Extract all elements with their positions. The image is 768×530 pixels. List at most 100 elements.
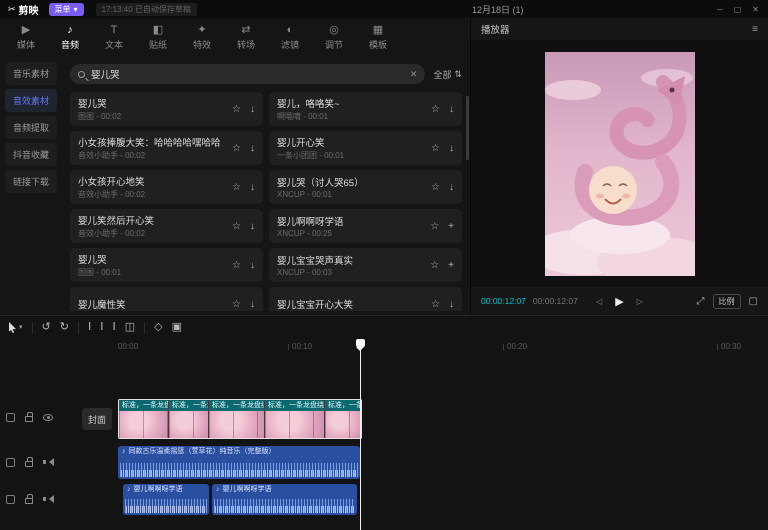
sound-item[interactable]: 婴儿哭（讨人哭65）XNCUP - 00:01 ☆↓ [269,170,462,204]
download-icon[interactable]: ↓ [250,182,255,193]
sound-item[interactable]: 婴儿哭图图 - 00:02 ☆↓ [70,92,263,126]
split-tool-button[interactable]: Ⅰ [88,322,91,333]
track-lock-icon[interactable] [25,498,33,504]
menu-button[interactable]: 菜单 ▾ [49,3,84,16]
favorite-icon[interactable]: ☆ [232,182,241,193]
track-toggle-icon[interactable] [6,495,15,504]
minimize-button[interactable]: ─ [717,5,723,14]
tab-transition[interactable]: ⇄ 转场 [224,25,268,51]
sound-item[interactable]: 婴儿，咯咯笑~啊哦唷 - 00:01 ☆↓ [269,92,462,126]
sound-item[interactable]: 婴儿啊啊呀学语XNCUP - 00:25 ☆+ [269,209,462,243]
video-clip[interactable]: 标准，一条龙盘绕宝宝，龙在温柔地看着宝宝 [325,400,361,438]
download-icon[interactable]: ↓ [250,299,255,310]
adjust-icon: ◎ [329,25,339,36]
timeline-ruler[interactable]: 00:00 00:10 00:20 00:30 [0,339,768,354]
next-frame-icon[interactable]: ▷ [637,297,643,306]
favorite-icon[interactable]: ☆ [232,104,241,115]
crop-tool-button[interactable]: ▣ [172,322,182,333]
ratio-button[interactable]: 比例 [713,294,741,309]
sound-item[interactable]: 婴儿宝宝开心大笑 ☆↓ [269,287,462,311]
list-scrollbar[interactable] [466,96,469,160]
search-clear-icon[interactable]: ✕ [410,69,418,80]
playhead-handle[interactable] [356,339,365,347]
redo-button[interactable]: ↻ [60,322,69,333]
video-clip[interactable]: 标准，一条龙盘绕宝宝，龙在温柔地看着宝宝 [169,400,209,438]
sidebar-item-music[interactable]: 音乐素材 [5,62,57,85]
tab-adjust[interactable]: ◎ 调节 [312,25,356,51]
sidebar-item-link-download[interactable]: 链接下载 [5,170,57,193]
sound-effect-clip[interactable]: ♪ 婴儿啊啊呀学语 [212,484,357,515]
favorite-icon[interactable]: ☆ [431,143,440,154]
undo-button[interactable]: ↺ [42,322,51,333]
video-clip[interactable]: 标准，一条龙盘绕宝宝，龙在温柔地看着宝宝 [119,400,169,438]
tab-effects[interactable]: ✦ 特效 [180,25,224,51]
search-box[interactable]: ✕ [70,64,425,84]
video-clip[interactable]: 标准，一条龙盘绕宝宝，龙在温柔地看着宝宝 [209,400,265,438]
favorite-icon[interactable]: ☆ [232,143,241,154]
favorite-icon[interactable]: ☆ [232,260,241,271]
favorite-icon[interactable]: ☆ [430,260,439,271]
cover-button[interactable]: 封面 [82,408,112,430]
track-mute-icon[interactable] [43,495,53,503]
download-icon[interactable]: ↓ [449,182,454,193]
sound-clip-label: 婴儿啊啊呀学语 [134,485,183,494]
download-icon[interactable]: ↓ [250,221,255,232]
download-icon[interactable]: ↓ [449,104,454,115]
sidebar-item-sound-effects[interactable]: 音效素材 [5,89,57,112]
tab-template[interactable]: ▦ 模板 [356,25,400,51]
music-clip[interactable]: ♪ 同款古乐温柔摇篮（萱草花）纯音乐（完整版） [118,446,360,479]
sound-effect-clip[interactable]: ♪ 婴儿啊啊呀学语 [123,484,209,515]
track-toggle-icon[interactable] [6,413,15,422]
maximize-button[interactable]: ▢ [734,5,742,14]
sound-item[interactable]: 小女孩开心地笑音效小助手 - 00:02 ☆↓ [70,170,263,204]
sidebar-item-audio-extract[interactable]: 音频提取 [5,116,57,139]
trim-left-tool-button[interactable]: Ⅰ [100,322,103,333]
add-icon[interactable]: + [448,260,454,271]
favorite-icon[interactable]: ☆ [232,221,241,232]
video-preview[interactable] [545,52,695,276]
download-icon[interactable]: ↓ [250,104,255,115]
favorite-icon[interactable]: ☆ [430,221,439,232]
sound-item[interactable]: 婴儿笑然后开心笑音效小助手 - 00:02 ☆↓ [70,209,263,243]
download-icon[interactable]: ↓ [449,299,454,310]
add-icon[interactable]: + [448,221,454,232]
favorite-icon[interactable]: ☆ [431,299,440,310]
player-menu-icon[interactable]: ≡ [752,24,758,35]
tab-media[interactable]: ▶ 媒体 [4,25,48,51]
playhead[interactable] [360,339,361,530]
sound-item[interactable]: 婴儿哭图图 - 00:01 ☆↓ [70,248,263,282]
prev-frame-icon[interactable]: ◁ [596,297,602,306]
trim-right-tool-button[interactable]: Ⅰ [112,322,115,333]
sound-item[interactable]: 婴儿开心笑一条小团团 - 00:01 ☆↓ [269,131,462,165]
download-icon[interactable]: ↓ [250,143,255,154]
mirror-tool-button[interactable]: ◫ [125,322,135,333]
media-icon: ▶ [22,25,30,36]
fullscreen-icon[interactable]: ▢ [749,296,758,307]
mask-tool-button[interactable]: ◇ [154,322,162,333]
favorite-icon[interactable]: ☆ [431,182,440,193]
sidebar-item-douyin-favorites[interactable]: 抖音收藏 [5,143,57,166]
track-toggle-icon[interactable] [6,458,15,467]
close-button[interactable]: ✕ [752,5,759,14]
download-icon[interactable]: ↓ [250,260,255,271]
sound-item[interactable]: 小女孩捧腹大笑：哈哈哈哈嘿哈哈音效小助手 - 00:02 ☆↓ [70,131,263,165]
fit-screen-icon[interactable]: ⤢ [697,296,705,307]
download-icon[interactable]: ↓ [449,143,454,154]
play-button[interactable]: ▶ [615,295,623,308]
filter-button[interactable]: 全部 ⇅ [433,68,462,81]
favorite-icon[interactable]: ☆ [232,299,241,310]
search-input[interactable] [91,69,404,80]
sound-item[interactable]: 婴儿魔性笑 ☆↓ [70,287,263,311]
select-tool-button[interactable]: ▾ [8,322,23,333]
tab-text[interactable]: T 文本 [92,25,136,51]
track-lock-icon[interactable] [25,461,33,467]
video-clip[interactable]: 标准，一条龙盘绕宝宝，龙在温柔地看着宝宝 [265,400,325,438]
tab-filter[interactable]: ◐ 滤镜 [268,25,312,51]
track-lock-icon[interactable] [25,416,33,422]
favorite-icon[interactable]: ☆ [431,104,440,115]
track-mute-icon[interactable] [43,458,53,466]
tab-sticker[interactable]: ◧ 贴纸 [136,25,180,51]
track-hide-icon[interactable] [43,414,53,421]
sound-item[interactable]: 婴儿宝宝哭声真实XNCUP - 00:03 ☆+ [269,248,462,282]
tab-audio[interactable]: ♪ 音频 [48,25,92,51]
